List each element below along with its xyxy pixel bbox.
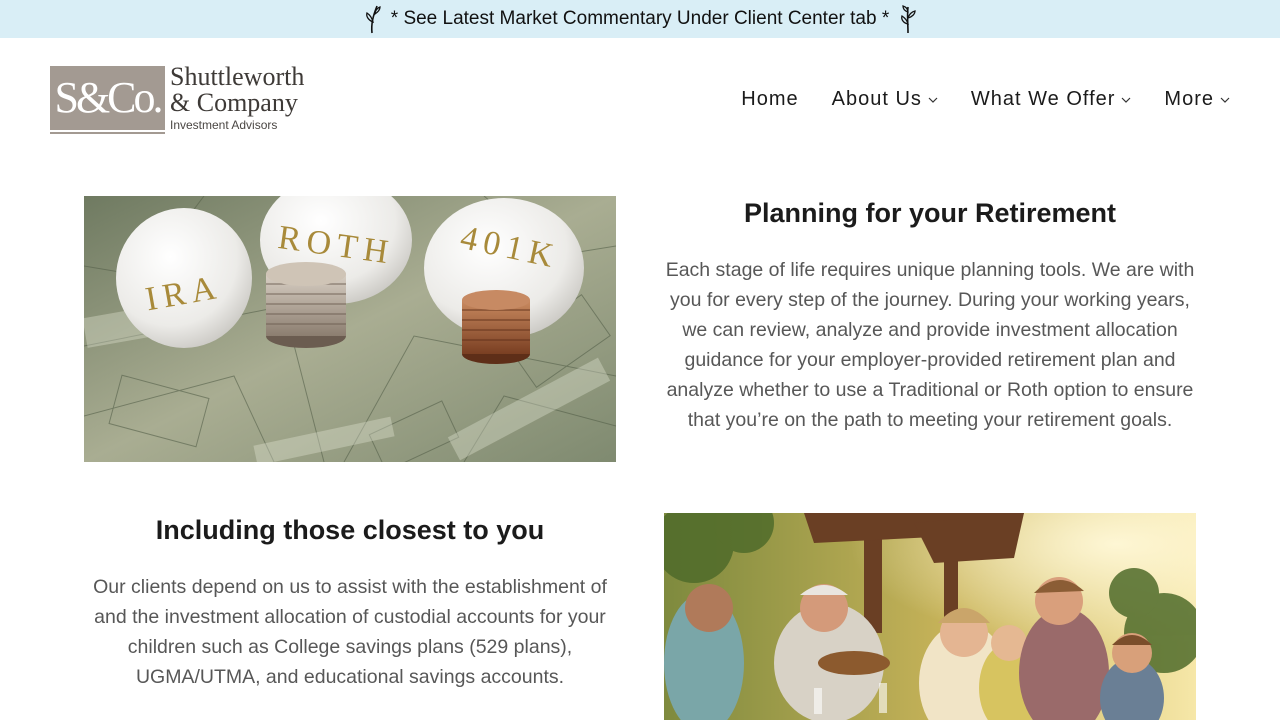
family-dinner-image (664, 513, 1196, 720)
chevron-down-icon (1220, 97, 1230, 103)
announcement-bar[interactable]: * See Latest Market Commentary Under Cli… (0, 0, 1280, 38)
section-body-retirement: Each stage of life requires unique plann… (665, 259, 1195, 431)
site-logo[interactable]: S&Co. Shuttleworth & Company Investment … (50, 62, 320, 134)
logo-monogram-box: S&Co. (50, 66, 165, 134)
nav-item-what-we-offer[interactable]: What We Offer (971, 88, 1132, 111)
chevron-down-icon (1121, 97, 1131, 103)
sprig-icon (365, 5, 381, 34)
chevron-down-icon (928, 97, 938, 103)
silver-coin-stack (266, 262, 346, 348)
announcement-text[interactable]: * See Latest Market Commentary Under Cli… (391, 8, 889, 30)
nav-item-more[interactable]: More (1164, 88, 1230, 111)
nav-item-label: Home (741, 88, 799, 110)
retirement-eggs-image: IRA ROTH 401K (84, 196, 616, 462)
logo-monogram: S&Co. (54, 73, 163, 122)
retirement-eggs-illustration: IRA ROTH 401K (84, 196, 616, 462)
section-title-retirement: Planning for your Retirement (743, 198, 1117, 228)
logo-tagline: Investment Advisors (170, 118, 278, 132)
nav-item-label: About Us (831, 88, 922, 110)
main-nav: Home About Us What We Offer More (741, 88, 1230, 111)
section-body-family: Our clients depend on us to assist with … (93, 576, 607, 688)
nav-item-about-us[interactable]: About Us (832, 88, 938, 111)
sprig-icon (901, 5, 916, 34)
nav-item-home[interactable]: Home (741, 88, 798, 111)
section-title-family: Including those closest to you (155, 515, 545, 545)
copper-coin-stack (462, 290, 530, 364)
nav-item-label: What We Offer (970, 88, 1116, 110)
nav-item-label: More (1164, 88, 1214, 110)
logo-name-line1: Shuttleworth (170, 62, 305, 91)
logo-name-line2: & Company (170, 88, 298, 117)
family-dinner-illustration (664, 513, 1196, 720)
